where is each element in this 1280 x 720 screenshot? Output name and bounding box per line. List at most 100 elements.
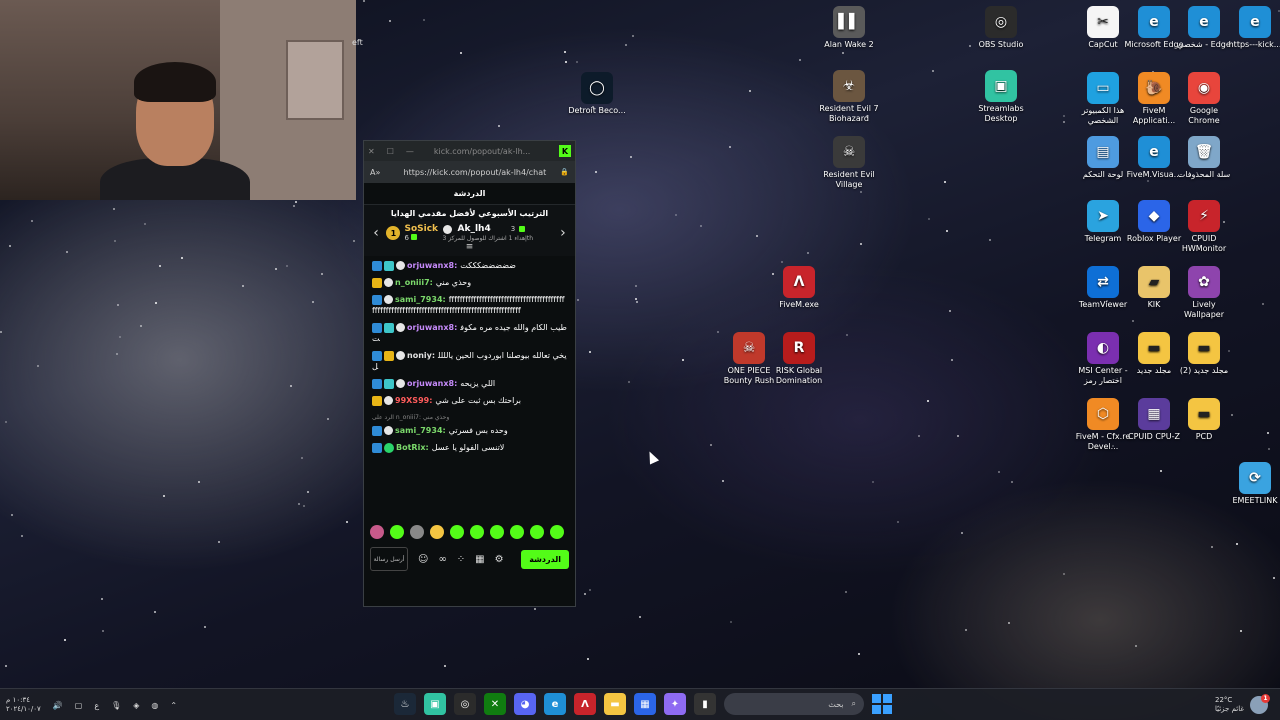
microsoft-store-app-icon[interactable]: ▦ (634, 693, 656, 715)
taskbar-search[interactable]: بحث ⌕ (724, 693, 864, 715)
chat-username[interactable]: BotRix: (396, 443, 429, 452)
reply-reference[interactable]: الرد على n_oniii7: وحذي مني (372, 412, 567, 423)
gold-badge-icon[interactable] (372, 277, 382, 288)
network-icon[interactable]: ◈ (133, 701, 139, 710)
skull-icon[interactable] (384, 295, 393, 304)
volume-icon[interactable]: 🔊 (53, 701, 63, 710)
url-text[interactable]: https://kick.com/popout/ak-lh4/chat (394, 168, 547, 177)
edge-app-icon[interactable]: e (544, 693, 566, 715)
collapse-handle-icon[interactable]: ≡ (370, 242, 569, 252)
emoji-icon[interactable]: ☺ (418, 554, 428, 565)
gold-badge-icon[interactable] (372, 395, 382, 406)
fivem-app-icon[interactable]: Λ (574, 693, 596, 715)
emote-icon[interactable] (510, 525, 524, 539)
desktop-icon-detroit[interactable]: ◯ Detroit Beco... (566, 72, 628, 116)
skull-icon[interactable] (396, 351, 405, 360)
chat-messages[interactable]: orjuwanx8: ضضضضضكككت n_oniii7: وحذي مني sami… (364, 256, 575, 521)
green-badge-icon[interactable] (384, 442, 394, 453)
emote-icon[interactable] (430, 525, 444, 539)
minimize-icon[interactable]: — (406, 147, 414, 156)
desktop-icon-resident-evil-village[interactable]: ☠ Resident Evil Village (818, 136, 880, 190)
desktop-icon-risk-global[interactable]: R RISK Global Domination (768, 332, 830, 386)
skull-icon[interactable] (396, 261, 405, 270)
skull-icon[interactable] (396, 323, 405, 332)
streamer-name[interactable]: Ak_lh4 (458, 224, 491, 234)
blue-badge-icon[interactable] (372, 260, 382, 271)
blue-badge-icon[interactable] (372, 294, 382, 305)
maximize-icon[interactable]: ☐ (387, 147, 394, 156)
desktop-icon-pcd[interactable]: ▬ PCD (1173, 398, 1235, 442)
desktop-icon-emeetlink[interactable]: ⟳ EMEETLINK (1224, 462, 1280, 506)
emote-icon[interactable] (450, 525, 464, 539)
desktop-icon-streamlabs[interactable]: ▣ Streamlabs Desktop (970, 70, 1032, 124)
desktop-icon-https-kick[interactable]: e https---kick... (1224, 6, 1280, 50)
send-chat-button[interactable]: الدردشة (521, 549, 569, 569)
discord-app-icon[interactable]: ◕ (514, 693, 536, 715)
blue-badge-icon[interactable] (372, 350, 382, 361)
emote-icon[interactable] (490, 525, 504, 539)
blue-badge-icon[interactable] (372, 378, 382, 389)
file-explorer-app-icon[interactable]: ▬ (604, 693, 626, 715)
desktop-icon-lively-wallpaper[interactable]: ✿ Lively Wallpaper (1173, 266, 1235, 320)
chat-username[interactable]: orjuwanx8: (407, 261, 457, 270)
emote-icon[interactable] (470, 525, 484, 539)
chevron-right-icon[interactable]: › (557, 225, 569, 241)
address-bar[interactable]: A» https://kick.com/popout/ak-lh4/chat 🔒 (364, 161, 575, 183)
chevron-left-icon[interactable]: ‹ (370, 225, 382, 241)
terminal-app-icon[interactable]: ▮ (694, 693, 716, 715)
skull-icon[interactable] (384, 426, 393, 435)
steam-app-icon[interactable]: ♨ (394, 693, 416, 715)
weather-widget[interactable]: 22°C غائم جزئيًا 1 (1215, 689, 1270, 720)
emote-icon[interactable] (370, 525, 384, 539)
teal-badge-icon[interactable] (384, 378, 394, 389)
emote-icon[interactable] (390, 525, 404, 539)
kick-chat-window[interactable]: ✕ ☐ — kick.com/popout/ak-lh... K A» http… (363, 140, 576, 607)
display-icon[interactable]: ▢ (75, 701, 83, 710)
desktop-icon-google-chrome[interactable]: ◉ Google Chrome (1173, 72, 1235, 126)
chat-username[interactable]: sami_7934: (395, 295, 446, 304)
skull-icon[interactable] (384, 278, 393, 287)
windows-start-icon[interactable] (872, 694, 892, 714)
dots-icon[interactable]: ⁘ (457, 554, 465, 565)
blue-badge-icon[interactable] (372, 322, 382, 333)
skull-icon[interactable] (396, 379, 405, 388)
desktop-icon-resident-evil-7[interactable]: ☣ Resident Evil 7 Biohazard (818, 70, 880, 124)
desktop-icon-obs-studio[interactable]: ◎ OBS Studio (970, 6, 1032, 50)
chat-username[interactable]: n_oniii7: (395, 278, 433, 287)
desktop-icon-alan-wake-2[interactable]: ▌▌ Alan Wake 2 (818, 6, 880, 50)
language-indicator[interactable]: ع (94, 701, 99, 710)
emote-icon[interactable] (550, 525, 564, 539)
teal-badge-icon[interactable] (384, 260, 394, 271)
emote-icon[interactable] (410, 525, 424, 539)
teal-badge-icon[interactable] (384, 322, 394, 333)
gold-badge-icon[interactable] (384, 350, 394, 361)
clock[interactable]: ١٠:٣٤ م ٢٠٢٤/١٠/٠٧ (6, 696, 41, 714)
close-icon[interactable]: ✕ (368, 147, 375, 156)
obs-app-icon[interactable]: ◎ (454, 693, 476, 715)
settings-icon[interactable]: ⚙ (495, 554, 504, 565)
chat-username[interactable]: noniy: (407, 351, 435, 360)
emote-bar[interactable] (364, 521, 575, 543)
blue-badge-icon[interactable] (372, 425, 382, 436)
skull-icon[interactable] (384, 396, 393, 405)
chat-username[interactable]: orjuwanx8: (407, 323, 457, 332)
security-icon[interactable]: ◍ (151, 701, 158, 710)
store-icon[interactable]: ▦ (475, 554, 484, 565)
chat-username[interactable]: sami_7934: (395, 426, 446, 435)
emote-icon[interactable] (530, 525, 544, 539)
chat-input[interactable]: أرسل رسالة (370, 547, 408, 571)
read-aloud-icon[interactable]: A» (370, 168, 380, 177)
desktop-icon-recycle-bin[interactable]: 🗑 سلة المحذوفات (1173, 136, 1235, 180)
blue-badge-icon[interactable] (372, 442, 382, 453)
copilot-app-icon[interactable]: ✦ (664, 693, 686, 715)
infinity-icon[interactable]: ∞ (438, 554, 446, 565)
desktop-icon-fivem-exe[interactable]: Λ FiveM.exe (768, 266, 830, 310)
chat-username[interactable]: orjuwanx8: (407, 379, 457, 388)
chevron-up-icon[interactable]: ⌃ (170, 701, 177, 710)
streamlabs-app-icon[interactable]: ▣ (424, 693, 446, 715)
leaderboard-user-name[interactable]: SoSick (404, 224, 438, 234)
microphone-icon[interactable]: 🎙 (111, 701, 121, 710)
desktop-icon-new-folder-2[interactable]: ▬ مجلد جديد (2) (1173, 332, 1235, 376)
xbox-app-icon[interactable]: ✕ (484, 693, 506, 715)
chat-username[interactable]: 99XS99: (395, 396, 432, 405)
